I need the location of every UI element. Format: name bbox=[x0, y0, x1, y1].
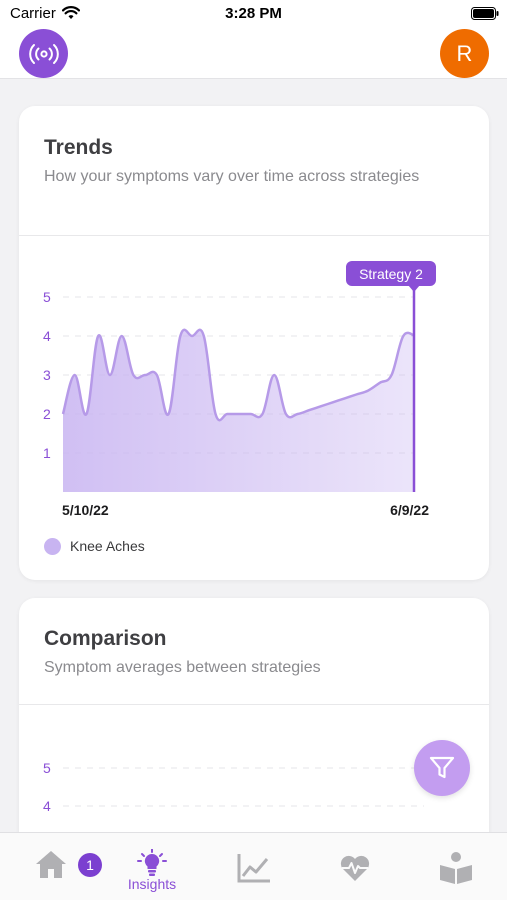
tab-health[interactable] bbox=[315, 833, 395, 900]
broadcast-icon bbox=[28, 43, 59, 64]
strategy-marker-label: Strategy 2 bbox=[359, 266, 423, 282]
battery-icon bbox=[471, 7, 499, 20]
x-start-label: 5/10/22 bbox=[62, 502, 109, 518]
line-chart-icon bbox=[237, 854, 270, 883]
tab-insights-label: Insights bbox=[127, 876, 177, 892]
home-icon bbox=[36, 851, 66, 878]
trends-card: Trends How your symptoms vary over time … bbox=[19, 106, 489, 580]
y-tick-label: 1 bbox=[43, 445, 51, 461]
tab-insights[interactable]: Insights bbox=[112, 833, 192, 900]
tab-bar: 1 Insights bbox=[0, 832, 507, 900]
tab-charts[interactable] bbox=[214, 833, 294, 900]
y-tick-label: 5 bbox=[43, 760, 51, 776]
y-tick-label: 3 bbox=[43, 367, 51, 383]
x-end-label: 6/9/22 bbox=[390, 502, 429, 518]
y-tick-label: 4 bbox=[43, 328, 51, 344]
status-time: 3:28 PM bbox=[225, 5, 282, 22]
filter-button[interactable] bbox=[414, 740, 470, 796]
y-tick-label: 4 bbox=[43, 798, 51, 814]
lightbulb-icon bbox=[137, 849, 167, 876]
trends-chart: 1 2 3 4 5 Strategy 2 5/10/22 6/9/22 bbox=[43, 261, 436, 518]
y-tick-label: 5 bbox=[43, 289, 51, 305]
avatar[interactable]: R bbox=[440, 29, 489, 78]
status-bar: Carrier 3:28 PM bbox=[0, 0, 507, 28]
app-header: R bbox=[0, 28, 507, 79]
legend-swatch bbox=[44, 537, 61, 555]
legend-label: Knee Aches bbox=[70, 538, 145, 554]
strategy-marker-pointer bbox=[408, 285, 420, 292]
broadcast-button[interactable] bbox=[19, 29, 68, 78]
chart-legend: Knee Aches bbox=[44, 537, 145, 555]
heart-pulse-icon bbox=[340, 855, 370, 881]
y-tick-label: 2 bbox=[43, 406, 51, 422]
filter-icon bbox=[429, 756, 455, 779]
tab-learn[interactable] bbox=[416, 833, 496, 900]
tab-home[interactable]: 1 bbox=[11, 833, 102, 900]
reader-icon bbox=[440, 852, 472, 884]
home-badge: 1 bbox=[78, 853, 102, 877]
